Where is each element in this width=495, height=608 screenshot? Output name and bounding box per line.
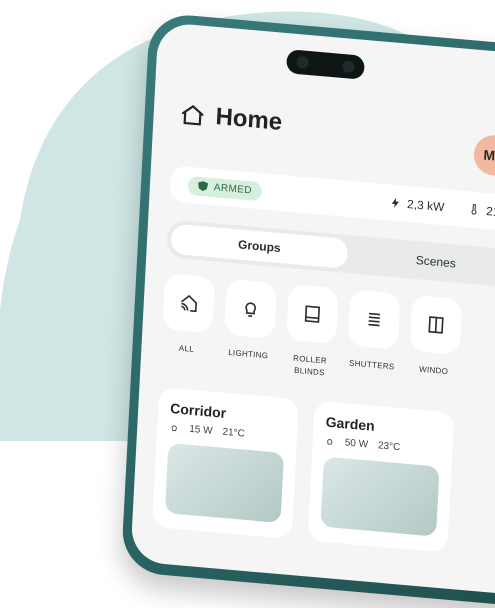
room-title: Garden bbox=[325, 413, 376, 434]
group-tile-windows[interactable]: WINDO bbox=[408, 294, 463, 391]
room-temp: 23°C bbox=[377, 440, 401, 454]
tile-card bbox=[409, 294, 463, 356]
phone-mockup: Home ME ARMED 2,3 kW 21°C Groups Scenes … bbox=[120, 12, 495, 608]
page-header: Home bbox=[179, 100, 283, 137]
home-icon bbox=[181, 105, 204, 126]
tile-card bbox=[286, 283, 339, 345]
avatar-initials: ME bbox=[483, 146, 495, 165]
tile-label: WINDO bbox=[418, 364, 449, 377]
dynamic-island bbox=[285, 49, 365, 80]
avatar[interactable]: ME bbox=[472, 133, 495, 178]
tile-label: ROLLER BLINDS bbox=[292, 353, 328, 378]
bulb-icon bbox=[171, 425, 177, 431]
roller-blinds-icon bbox=[304, 305, 321, 323]
armed-label: ARMED bbox=[213, 181, 253, 196]
window-icon bbox=[428, 316, 444, 334]
tab-scenes[interactable]: Scenes bbox=[347, 239, 495, 284]
group-tile-shutters[interactable]: SHUTTERS bbox=[346, 289, 401, 385]
shield-icon bbox=[198, 181, 208, 192]
temperature-value: 21°C bbox=[485, 203, 495, 221]
room-meta: 15 W 21°C bbox=[169, 422, 285, 443]
group-tile-roller-blinds[interactable]: ROLLER BLINDS bbox=[284, 283, 339, 380]
page-title: Home bbox=[214, 103, 283, 136]
camera-icon bbox=[296, 55, 309, 69]
power-value: 2,3 kW bbox=[406, 197, 445, 215]
shutters-icon bbox=[368, 312, 381, 327]
bulb-icon bbox=[327, 438, 333, 445]
phone-screen: Home ME ARMED 2,3 kW 21°C Groups Scenes … bbox=[130, 21, 495, 597]
tile-label: LIGHTING bbox=[227, 347, 269, 361]
temperature-stat: 21°C bbox=[468, 202, 495, 220]
room-card-garden[interactable]: Garden 50 W 23°C bbox=[307, 400, 455, 553]
group-tiles: ALL LIGHTING ROLLER BLINDS SHUTTERS WIND… bbox=[161, 273, 463, 391]
room-photo bbox=[320, 456, 440, 537]
power-stat: 2,3 kW bbox=[389, 195, 445, 214]
thermometer-icon bbox=[471, 203, 477, 215]
home-wifi-icon bbox=[181, 294, 198, 313]
room-power: 50 W bbox=[344, 437, 369, 451]
tab-groups-label: Groups bbox=[237, 237, 282, 256]
bolt-icon bbox=[391, 198, 399, 208]
tab-groups[interactable]: Groups bbox=[170, 223, 349, 269]
bulb-icon bbox=[245, 302, 257, 318]
tile-card bbox=[162, 273, 216, 334]
tile-card bbox=[347, 289, 401, 350]
room-photo bbox=[164, 442, 285, 524]
tile-label: ALL bbox=[178, 343, 195, 354]
room-temp: 21°C bbox=[222, 426, 246, 440]
group-tile-lighting[interactable]: LIGHTING bbox=[222, 278, 277, 375]
armed-badge[interactable]: ARMED bbox=[187, 175, 263, 201]
sensor-icon bbox=[342, 59, 355, 73]
room-power: 15 W bbox=[188, 423, 213, 437]
tab-scenes-label: Scenes bbox=[415, 252, 457, 271]
tile-label: SHUTTERS bbox=[348, 358, 395, 372]
room-cards: Corridor 15 W 21°C Garden 50 W 23°C bbox=[152, 387, 455, 553]
room-card-corridor[interactable]: Corridor 15 W 21°C bbox=[152, 387, 299, 540]
room-title: Corridor bbox=[169, 400, 227, 421]
tile-card bbox=[224, 278, 277, 339]
room-meta: 50 W 23°C bbox=[324, 436, 440, 457]
group-tile-all[interactable]: ALL bbox=[161, 273, 216, 369]
